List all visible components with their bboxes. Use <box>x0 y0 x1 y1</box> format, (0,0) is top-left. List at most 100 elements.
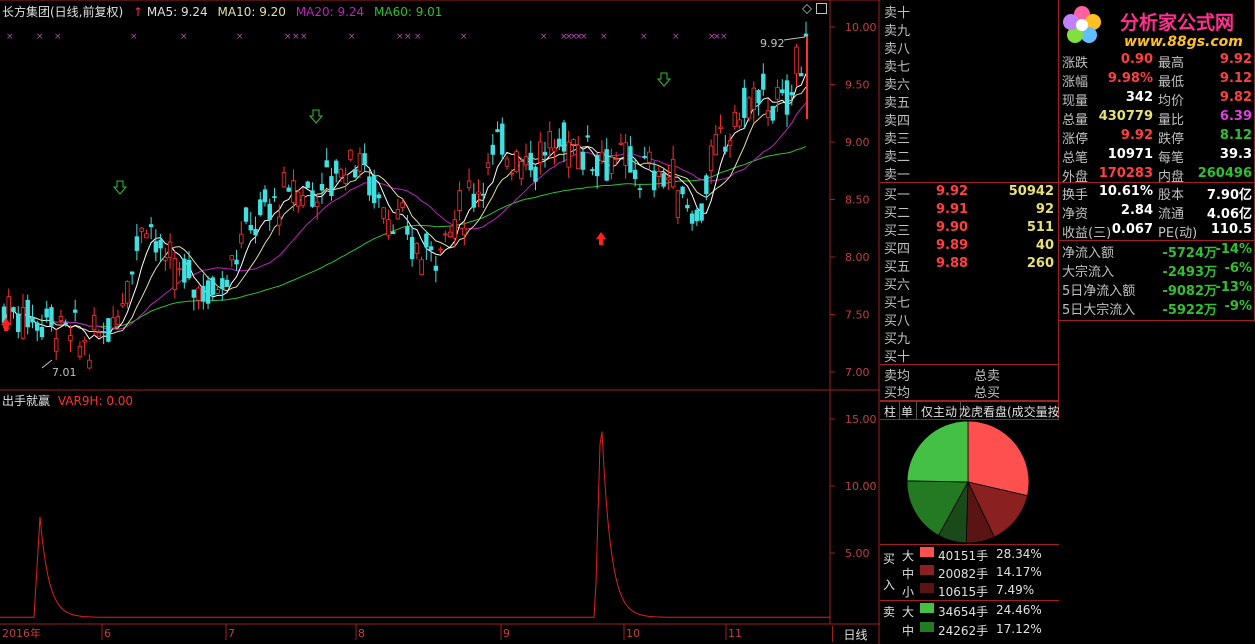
sell-level-row[interactable]: 卖九 <box>882 20 1058 39</box>
candle-body <box>115 316 121 325</box>
period-label[interactable]: 日线 <box>832 626 878 642</box>
quote-value: 8.12 <box>1219 128 1252 143</box>
buy-total-label: 总买 <box>974 386 1001 401</box>
buy-avg-row: 买均 总买 <box>882 382 1058 401</box>
sell-level-row[interactable]: 卖二 <box>882 146 1058 165</box>
legend-row: 大 40151手 28.34% <box>900 546 1058 564</box>
candle-body <box>618 142 624 145</box>
quote-value: 4.06亿 <box>1206 207 1252 222</box>
quote-label: 跌停 <box>1158 132 1185 147</box>
site-logo[interactable]: 分析家公式网 www.88gs.com <box>1060 2 1254 52</box>
indicator-name[interactable]: 出手就赢 <box>2 394 50 408</box>
sell-arrow-icon <box>308 109 324 124</box>
buy-level-row[interactable]: 买四 9.89 40 <box>882 238 1058 257</box>
candle-body <box>262 189 268 203</box>
buy-level-label: 买六 <box>884 278 911 293</box>
sell-level-row[interactable]: 卖一 <box>882 164 1058 183</box>
legend-volume: 10615手 <box>938 585 989 599</box>
candle-body <box>784 80 790 115</box>
sell-level-row[interactable]: 卖五 <box>882 92 1058 111</box>
quote-label: 均价 <box>1158 94 1185 109</box>
candle-body <box>756 90 761 104</box>
quote-label: 内盘 <box>1158 170 1185 185</box>
indicator-tick-label: 15.00 <box>845 413 877 426</box>
stock-title[interactable]: 长方集团(日线,前复权) <box>2 5 123 19</box>
buy-level-row[interactable]: 买八 <box>882 310 1058 329</box>
panel-tab[interactable]: 龙虎看盘(成交量按 <box>956 402 1059 419</box>
buy-level-row[interactable]: 买九 <box>882 328 1058 347</box>
candle-body <box>291 180 296 203</box>
candle-body <box>476 191 481 195</box>
candle-body <box>338 168 344 178</box>
quote-label: 量比 <box>1158 113 1185 128</box>
buy-level-label: 买五 <box>884 260 911 275</box>
panel-tab[interactable]: 单 <box>898 402 918 419</box>
candle-body <box>599 151 605 162</box>
buy-level-row[interactable]: 买二 9.91 92 <box>882 202 1058 221</box>
sell-level-row[interactable]: 卖十 <box>882 2 1058 21</box>
quote-row: 收益(三) 0.067 PE(动) 110.5 <box>1060 222 1255 241</box>
candle-body <box>405 226 410 235</box>
signal-x-mark: × <box>130 32 138 42</box>
quote-value: 6.39 <box>1219 109 1252 124</box>
sell-level-label: 卖七 <box>884 60 911 75</box>
candle-body <box>642 155 647 158</box>
candle-body <box>158 239 163 249</box>
maximize-icon[interactable] <box>816 3 827 14</box>
candle-body <box>381 207 386 219</box>
candle-body <box>386 219 391 236</box>
fund-flow-value: -5724万 <box>1162 246 1217 261</box>
buy-level-volume: 92 <box>1035 202 1054 217</box>
month-label: 10 <box>626 627 640 640</box>
signal-x-mark: × <box>284 32 292 42</box>
candle-body <box>433 265 439 271</box>
quote-label: 最低 <box>1158 75 1185 90</box>
candle-body <box>566 141 571 168</box>
buy-level-row[interactable]: 买六 <box>882 274 1058 293</box>
quote-value: 170283 <box>1098 166 1153 181</box>
candle-body <box>670 158 676 188</box>
chart-header: 长方集团(日线,前复权) ↑ MA5: 9.24 MA10: 9.20 MA20… <box>2 3 442 19</box>
sell-level-row[interactable]: 卖四 <box>882 110 1058 129</box>
var9h-line <box>0 431 830 618</box>
buy-level-row[interactable]: 买七 <box>882 292 1058 311</box>
quote-value: 260496 <box>1197 166 1252 181</box>
sell-level-row[interactable]: 卖三 <box>882 128 1058 147</box>
legend-volume: 34654手 <box>938 605 989 619</box>
sell-arrow-icon <box>656 72 672 87</box>
panel-tab[interactable]: 仅主动 <box>918 402 962 419</box>
quote-label: 股本 <box>1158 188 1185 203</box>
candle-body <box>148 224 154 228</box>
sell-level-row[interactable]: 卖八 <box>882 38 1058 57</box>
price-tick-label: 8.00 <box>845 251 870 264</box>
chart-area[interactable]: 10.00 9.50 9.00 8.50 8.00 7.50 7.00 15.00 10.00… <box>0 0 880 644</box>
candle-body <box>770 105 775 121</box>
buy-level-row[interactable]: 买一 9.92 50942 <box>882 184 1058 203</box>
quote-label: 外盘 <box>1062 170 1089 185</box>
quote-value: 9.92 <box>1219 52 1252 67</box>
candle-body <box>376 194 382 199</box>
buy-level-volume: 40 <box>1035 238 1054 253</box>
fund-flow-pct: -9% <box>1224 299 1252 314</box>
quote-label: 每笔 <box>1158 151 1185 166</box>
price-tick-label: 10.00 <box>845 21 877 34</box>
candle-body <box>647 151 652 163</box>
buy-level-row[interactable]: 买十 <box>882 346 1058 365</box>
buy-level-label: 买九 <box>884 332 911 347</box>
candle-body <box>16 313 21 333</box>
candle-body <box>315 201 320 207</box>
price-tick-label: 9.50 <box>845 79 870 92</box>
logo-url: www.88gs.com <box>1124 34 1243 50</box>
candle-body <box>746 97 752 119</box>
buy-level-row[interactable]: 买五 9.88 260 <box>882 256 1058 275</box>
candle-body <box>186 260 192 279</box>
candle-body <box>30 317 35 323</box>
candle-body <box>91 314 97 331</box>
sell-level-row[interactable]: 卖六 <box>882 74 1058 93</box>
buy-level-row[interactable]: 买三 9.90 511 <box>882 220 1058 239</box>
sell-level-row[interactable]: 卖七 <box>882 56 1058 75</box>
buy-level-label: 买三 <box>884 224 911 239</box>
candle-body <box>101 331 106 334</box>
buy-level-label: 买七 <box>884 296 911 311</box>
indicator-header: 出手就赢 VAR9H: 0.00 <box>2 392 133 409</box>
